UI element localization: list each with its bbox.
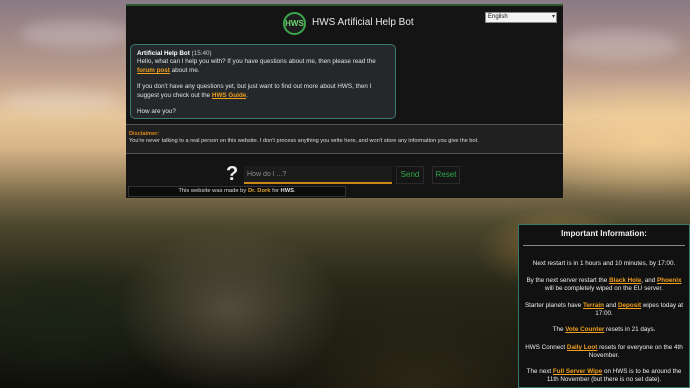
hws-logo-icon: HWS (283, 12, 306, 35)
info-loot-b: resets for everyone on the 4th November. (588, 344, 683, 360)
message-line2-end: . (246, 91, 248, 99)
info-starter: Starter planets have Terrain and Deposit… (522, 302, 686, 318)
panel-header: HWS HWS Artificial Help Bot English ▾ (126, 6, 563, 40)
bot-name: Artificial Help Bot (137, 50, 190, 57)
full-server-wipe-link[interactable]: Full Server Wipe (553, 368, 602, 375)
message-line1-end: about me. (171, 66, 200, 74)
help-bot-panel: HWS HWS Artificial Help Bot English ▾ Ar… (126, 4, 563, 198)
daily-loot-link[interactable]: Daily Loot (567, 344, 597, 351)
credits-middle: for (272, 188, 279, 194)
message-time: (15:40) (191, 50, 212, 57)
info-loot: HWS Connect Daily Loot resets for everyo… (522, 344, 686, 360)
info-wipe-c: will be completely wiped on the EU serve… (545, 285, 663, 293)
background-cloud (0, 90, 120, 114)
message-line3: How are you? (137, 108, 176, 116)
info-starter-b: and (605, 302, 617, 309)
language-select-value: English (488, 14, 508, 20)
info-vote-a: The (552, 326, 564, 333)
bot-message: Artificial Help Bot (15:40) Hello, what … (130, 44, 396, 119)
credits-footer: This website was made by Dr. Dork for HW… (128, 186, 346, 197)
info-title: Important Information: (561, 229, 647, 238)
message-line2: If you don't have any questions yet, but… (137, 83, 372, 99)
terrain-link[interactable]: Terrain (583, 302, 604, 309)
deposit-link[interactable]: Deposit (618, 302, 641, 309)
black-hole-link[interactable]: Black Hole (609, 277, 641, 284)
question-mark-icon: ? (226, 163, 239, 185)
info-full-a: The next (526, 368, 552, 375)
disclaimer-title: Disclaimer: (129, 131, 160, 137)
info-loot-a: HWS Connect (525, 344, 566, 351)
divider (523, 245, 685, 246)
info-vote-b: resets in 21 days. (606, 326, 656, 333)
chat-area: Artificial Help Bot (15:40) Hello, what … (126, 40, 563, 124)
chevron-down-icon: ▾ (551, 14, 555, 20)
credits-prefix: This website was made by (178, 188, 247, 194)
disclaimer-text: You're never talking to a real person on… (129, 138, 479, 145)
reset-button[interactable]: Reset (432, 166, 460, 184)
author-link[interactable]: Dr. Dork (248, 188, 271, 194)
info-restart-text: Next restart is in 1 hours and 10 minute… (532, 260, 676, 267)
background-cloud (560, 30, 680, 60)
send-button[interactable]: Send (396, 166, 424, 184)
question-input[interactable] (244, 166, 392, 184)
phoenix-link[interactable]: Phoenix (657, 277, 682, 284)
credits-end: . (294, 188, 296, 194)
info-wipe: By the next server restart the Black Hol… (522, 277, 686, 293)
disclaimer: Disclaimer: You're never talking to a re… (126, 124, 563, 154)
hws-guide-link[interactable]: HWS Guide (212, 92, 246, 99)
vote-counter-link[interactable]: Vote Counter (565, 326, 604, 333)
info-starter-a: Starter planets have (524, 302, 582, 309)
info-vote: The Vote Counter resets in 21 days. (522, 326, 686, 334)
important-info-panel: Important Information: Next restart is i… (518, 224, 690, 388)
info-wipe-a: By the next server restart the (526, 277, 608, 284)
forum-post-link[interactable]: forum post (137, 67, 170, 74)
message-line1: Hello, what can I help you with? If you … (137, 58, 376, 66)
info-wipe-b: , and (641, 277, 656, 284)
credits-org: HWS (280, 188, 295, 194)
info-restart: Next restart is in 1 hours and 10 minute… (522, 260, 686, 268)
page-title: HWS Artificial Help Bot (312, 17, 414, 28)
background-cloud (20, 20, 130, 48)
language-select[interactable]: English ▾ (485, 12, 557, 23)
info-full-wipe: The next Full Server Wipe on HWS is to b… (522, 368, 686, 384)
